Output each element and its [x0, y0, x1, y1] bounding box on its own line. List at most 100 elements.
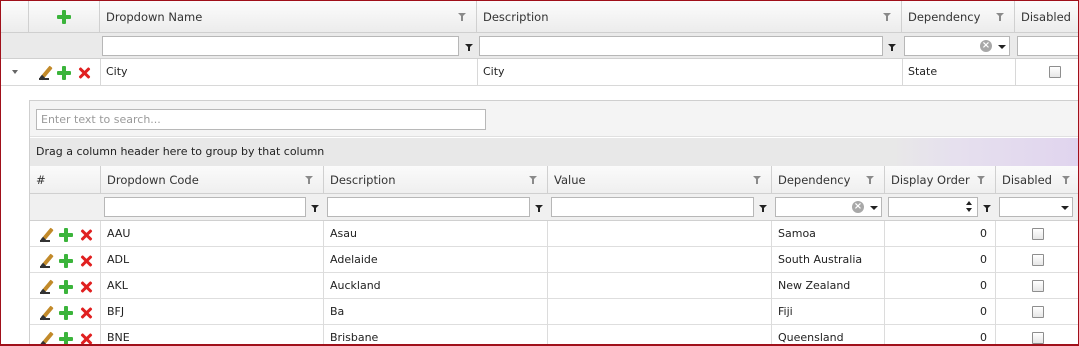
description-filter-input[interactable]	[327, 197, 530, 217]
filter-icon[interactable]	[753, 176, 761, 184]
disabled-checkbox[interactable]	[1032, 280, 1044, 292]
description-cell: Brisbane	[324, 325, 548, 344]
col-header-label: Dropdown Name	[106, 10, 203, 24]
plus-icon[interactable]	[59, 306, 73, 320]
filter-icon[interactable]	[458, 13, 466, 21]
spin-down-icon[interactable]	[966, 208, 972, 212]
filter-icon[interactable]	[886, 36, 898, 56]
clear-icon[interactable]: ×	[852, 201, 864, 213]
dropdown-name-filter-input[interactable]	[102, 36, 459, 56]
search-input[interactable]: Enter text to search...	[36, 109, 486, 130]
dropdown-code-cell: AKL	[101, 273, 324, 299]
chevron-down-icon[interactable]	[998, 45, 1006, 49]
col-header-label: Description	[483, 10, 549, 24]
disabled-cell	[996, 247, 1078, 273]
col-header-dropdown-name[interactable]: Dropdown Name	[100, 1, 477, 33]
disabled-checkbox[interactable]	[1032, 332, 1044, 344]
dropdown-code-filter-input[interactable]	[104, 197, 306, 217]
table-row: AKL Auckland New Zealand 0	[30, 273, 1078, 299]
disabled-checkbox[interactable]	[1032, 254, 1044, 266]
filter-icon[interactable]	[866, 176, 874, 184]
detail-filter-row: ×	[30, 194, 1078, 221]
filter-icon[interactable]	[533, 197, 545, 217]
table-row: AAU Asau Samoa 0	[30, 221, 1078, 247]
command-cell	[30, 325, 101, 344]
group-panel[interactable]: Drag a column header here to group by th…	[30, 138, 1078, 166]
dependency-cell: Samoa	[772, 221, 885, 247]
filter-icon[interactable]	[309, 197, 321, 217]
delete-icon[interactable]	[80, 255, 92, 267]
grid-frame: Dropdown Name Description Dependency Dis…	[0, 0, 1079, 346]
pencil-icon[interactable]	[40, 306, 54, 320]
col-header-dropdown-code[interactable]: Dropdown Code	[101, 166, 324, 194]
display-order-filter-spinner[interactable]	[888, 197, 978, 217]
expand-arrow-icon[interactable]	[12, 70, 18, 74]
filter-icon[interactable]	[996, 13, 1004, 21]
col-header-display-order[interactable]: Display Order	[885, 166, 996, 194]
col-header-label: Disabled	[1002, 173, 1052, 187]
filter-icon[interactable]	[977, 176, 985, 184]
col-header-value[interactable]: Value	[548, 166, 772, 194]
delete-icon[interactable]	[80, 307, 92, 319]
dependency-cell: South Australia	[772, 247, 885, 273]
col-header-label: Description	[330, 173, 396, 187]
pencil-icon[interactable]	[40, 254, 54, 268]
col-header-label: Dependency	[778, 173, 851, 187]
value-cell	[548, 273, 772, 299]
chevron-down-icon[interactable]	[870, 206, 878, 210]
delete-icon[interactable]	[80, 281, 92, 293]
filter-icon[interactable]	[757, 197, 769, 217]
plus-icon[interactable]	[57, 66, 71, 80]
filter-icon[interactable]	[883, 13, 891, 21]
disabled-checkbox[interactable]	[1032, 306, 1044, 318]
col-header-description[interactable]: Description	[324, 166, 548, 194]
plus-icon[interactable]	[59, 280, 73, 294]
spin-up-icon[interactable]	[966, 201, 972, 205]
command-cell	[30, 299, 101, 325]
filter-icon[interactable]	[529, 176, 537, 184]
disabled-filter-combo[interactable]	[999, 197, 1073, 217]
dropdown-code-cell: AAU	[101, 221, 324, 247]
command-header-cell	[29, 1, 100, 33]
divider	[477, 59, 478, 85]
search-panel: Enter text to search...	[30, 101, 1078, 137]
dependency-filter-combo[interactable]: ×	[775, 197, 882, 217]
col-header-disabled[interactable]: Disabled	[1015, 1, 1078, 33]
value-cell	[548, 247, 772, 273]
col-header-dependency[interactable]: Dependency	[772, 166, 885, 194]
display-order-cell: 0	[885, 325, 996, 344]
plus-icon[interactable]	[59, 332, 73, 344]
plus-icon[interactable]	[59, 254, 73, 268]
col-header-description[interactable]: Description	[477, 1, 902, 33]
dependency-cell: Fiji	[772, 299, 885, 325]
filter-icon[interactable]	[1062, 176, 1070, 184]
disabled-filter-combo[interactable]	[1017, 36, 1078, 56]
plus-icon[interactable]	[59, 228, 73, 242]
dependency-filter-combo[interactable]: ×	[904, 36, 1010, 56]
chevron-down-icon[interactable]	[1061, 206, 1069, 210]
description-cell: Auckland	[324, 273, 548, 299]
delete-icon[interactable]	[80, 229, 92, 241]
filter-icon[interactable]	[305, 176, 313, 184]
pencil-icon[interactable]	[40, 332, 54, 344]
pencil-icon[interactable]	[40, 228, 54, 242]
value-filter-input[interactable]	[551, 197, 754, 217]
disabled-checkbox[interactable]	[1032, 228, 1044, 240]
pencil-icon[interactable]	[39, 66, 53, 80]
disabled-checkbox[interactable]	[1049, 66, 1061, 78]
description-filter-input[interactable]	[479, 36, 883, 56]
pencil-icon[interactable]	[40, 280, 54, 294]
detail-grid: Enter text to search... Drag a column he…	[29, 100, 1078, 344]
disabled-cell	[996, 325, 1078, 344]
col-header-dependency[interactable]: Dependency	[902, 1, 1015, 33]
delete-icon[interactable]	[80, 333, 92, 344]
col-header-disabled[interactable]: Disabled	[996, 166, 1078, 194]
filter-icon[interactable]	[463, 36, 475, 56]
clear-icon[interactable]: ×	[980, 40, 992, 52]
command-cell	[30, 273, 101, 299]
add-row-plus-icon[interactable]	[57, 10, 71, 24]
col-header-index: #	[30, 166, 101, 194]
delete-icon[interactable]	[78, 67, 90, 79]
filter-icon[interactable]	[981, 197, 993, 217]
col-header-label: Disabled	[1021, 10, 1071, 24]
